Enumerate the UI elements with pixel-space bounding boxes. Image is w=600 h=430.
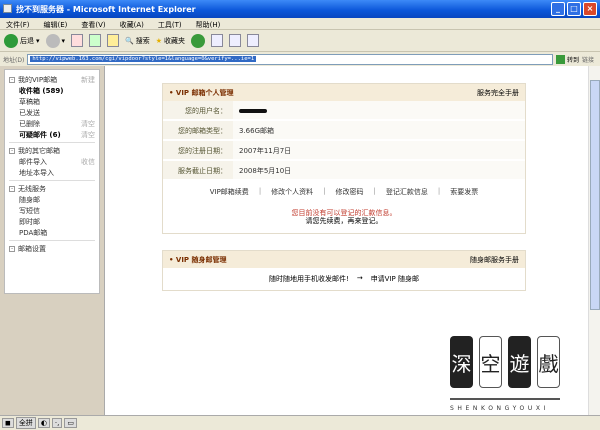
collapse-icon[interactable]: -: [9, 185, 15, 192]
minimize-button[interactable]: _: [551, 2, 565, 16]
menu-edit[interactable]: 编辑(E): [44, 20, 68, 29]
sidebar-item[interactable]: 写短信: [9, 205, 95, 216]
scroll-thumb[interactable]: [590, 80, 600, 310]
menu-help[interactable]: 帮助(H): [196, 20, 221, 29]
forward-arrow-icon: [45, 33, 60, 48]
refresh-icon[interactable]: [89, 34, 102, 47]
search-icon: 🔍: [125, 36, 134, 45]
close-button[interactable]: ×: [583, 2, 597, 16]
item-action[interactable]: 清空: [81, 130, 95, 140]
row-expiry-date: 服务截止日期： 2008年5月10日: [163, 161, 525, 181]
collapse-icon[interactable]: -: [9, 245, 15, 252]
register-remittance-link[interactable]: 登记汇款信息: [386, 187, 428, 197]
links-button[interactable]: 链接: [582, 55, 600, 64]
star-icon: ★: [155, 36, 163, 45]
mobile-mail-card: • VIP 随身邮管理 随身邮服务手册 随时随地用手机收发邮件! → 申请VIP 随身…: [162, 250, 526, 291]
menu-tools[interactable]: 工具(T): [158, 20, 182, 29]
card-title: • VIP 随身邮管理: [169, 255, 227, 264]
vertical-scrollbar[interactable]: [588, 66, 600, 415]
sidebar-section[interactable]: - 邮箱设置: [9, 243, 95, 254]
toolbar: 后退 ▾ ▾ 🔍 搜索 ★ 收藏夹: [0, 30, 600, 52]
address-input[interactable]: http://vipweb.163.com/cgi/vipdoor?style=…: [27, 53, 553, 65]
go-button[interactable]: 转到: [555, 54, 579, 64]
window-title: 找不到服务器 - Microsoft Internet Explorer: [16, 5, 196, 14]
item-action[interactable]: 收信: [81, 157, 95, 167]
collapse-icon[interactable]: -: [9, 76, 15, 83]
menu-favorites[interactable]: 收藏(A): [120, 20, 144, 29]
menu-view[interactable]: 查看(V): [81, 20, 105, 29]
keyboard-icon[interactable]: ▭: [64, 418, 77, 428]
sidebar-section[interactable]: - 我的其它邮箱: [9, 145, 95, 156]
item-action[interactable]: 清空: [81, 119, 95, 129]
sidebar-item[interactable]: 已删除 清空: [9, 118, 95, 129]
sidebar-item[interactable]: 草稿箱: [9, 96, 95, 107]
notice: 您目前没有可以登记的汇款信息。 请您先续费，再来登记。: [291, 209, 397, 225]
home-icon[interactable]: [107, 34, 120, 47]
status-bar: ◼ 全拼 ◐ ·, ▭: [0, 415, 600, 430]
print-icon[interactable]: [229, 34, 242, 47]
action-links: VIP邮箱续费 | 修改个人资料 | 修改密码 | 登记汇款信息 | 索要发票: [209, 187, 479, 197]
sidebar-item[interactable]: 已发送: [9, 107, 95, 118]
mail-icon[interactable]: [211, 34, 224, 47]
apply-mobile-link[interactable]: 申请VIP 随身邮: [371, 274, 419, 284]
sidebar: - 我的VIP邮箱 新建 收件箱 (589) 草稿箱 已发送 已删除 清空 可疑邮件 (6) 清空…: [0, 66, 105, 415]
ime-mode[interactable]: 全拼: [15, 417, 36, 429]
section-action[interactable]: 新建: [81, 75, 95, 85]
address-label: 地址(D): [3, 56, 25, 64]
sidebar-section[interactable]: - 无线服务: [9, 183, 95, 194]
sidebar-item[interactable]: 邮件导入 收信: [9, 156, 95, 167]
sidebar-section[interactable]: - 我的VIP邮箱 新建: [9, 74, 95, 85]
manual-link[interactable]: 随身邮服务手册: [470, 255, 519, 265]
change-password-link[interactable]: 修改密码: [336, 187, 364, 197]
folder-panel: - 我的VIP邮箱 新建 收件箱 (589) 草稿箱 已发送 已删除 清空 可疑邮件 (6) 清空…: [4, 69, 100, 294]
watermark-logo: 深空遊戲 SHENKONGYOUXI: [442, 336, 588, 420]
address-bar: 地址(D) http://vipweb.163.com/cgi/vipdoor?…: [0, 52, 600, 66]
forward-button[interactable]: ▾: [45, 33, 65, 48]
go-arrow-icon: [555, 54, 565, 64]
favorites-button[interactable]: ★ 收藏夹: [156, 36, 185, 46]
history-icon[interactable]: [191, 33, 206, 48]
menu-file[interactable]: 文件(F): [6, 20, 30, 29]
edit-icon[interactable]: [247, 34, 260, 47]
arrow: →: [356, 274, 363, 282]
manual-link[interactable]: 服务完全手册: [477, 88, 519, 98]
punct-icon[interactable]: ·,: [51, 418, 63, 428]
sidebar-item[interactable]: 可疑邮件 (6) 清空: [9, 129, 95, 140]
title-bar: 找不到服务器 - Microsoft Internet Explorer _ □ ×: [0, 0, 600, 18]
mobile-text: 随时随地用手机收发邮件!: [269, 275, 349, 283]
maximize-button[interactable]: □: [567, 2, 581, 16]
redacted-username: [239, 109, 267, 113]
sidebar-item[interactable]: PDA邮箱: [9, 227, 95, 238]
back-arrow-icon: [4, 33, 18, 48]
edit-profile-link[interactable]: 修改个人资料: [271, 187, 313, 197]
row-mailbox-type: 您的邮箱类型： 3.66G邮箱: [163, 121, 525, 141]
renew-link[interactable]: VIP邮箱续费: [210, 187, 249, 197]
sidebar-item[interactable]: 地址本导入: [9, 167, 95, 178]
vip-management-card: • VIP 邮箱个人管理 服务完全手册 您的用户名： 您的邮箱类型： 3.66G邮箱…: [162, 83, 526, 234]
request-invoice-link[interactable]: 索要发票: [450, 187, 478, 197]
sidebar-item[interactable]: 收件箱 (589): [9, 85, 95, 96]
search-button[interactable]: 🔍 搜索: [125, 36, 150, 46]
ie-icon: [3, 4, 12, 13]
back-button[interactable]: 后退 ▾: [4, 33, 40, 48]
collapse-icon[interactable]: -: [9, 147, 15, 154]
moon-icon[interactable]: ◐: [37, 418, 50, 428]
sidebar-item[interactable]: 随身邮: [9, 194, 95, 205]
sidebar-item[interactable]: 即时邮: [9, 216, 95, 227]
stop-icon[interactable]: [71, 34, 84, 47]
ime-icon[interactable]: ◼: [2, 418, 14, 428]
card-title: • VIP 邮箱个人管理: [169, 88, 234, 97]
row-username: 您的用户名：: [163, 101, 525, 121]
menu-bar: 文件(F) 编辑(E) 查看(V) 收藏(A) 工具(T) 帮助(H): [0, 18, 600, 30]
row-register-date: 您的注册日期： 2007年11月7日: [163, 141, 525, 161]
